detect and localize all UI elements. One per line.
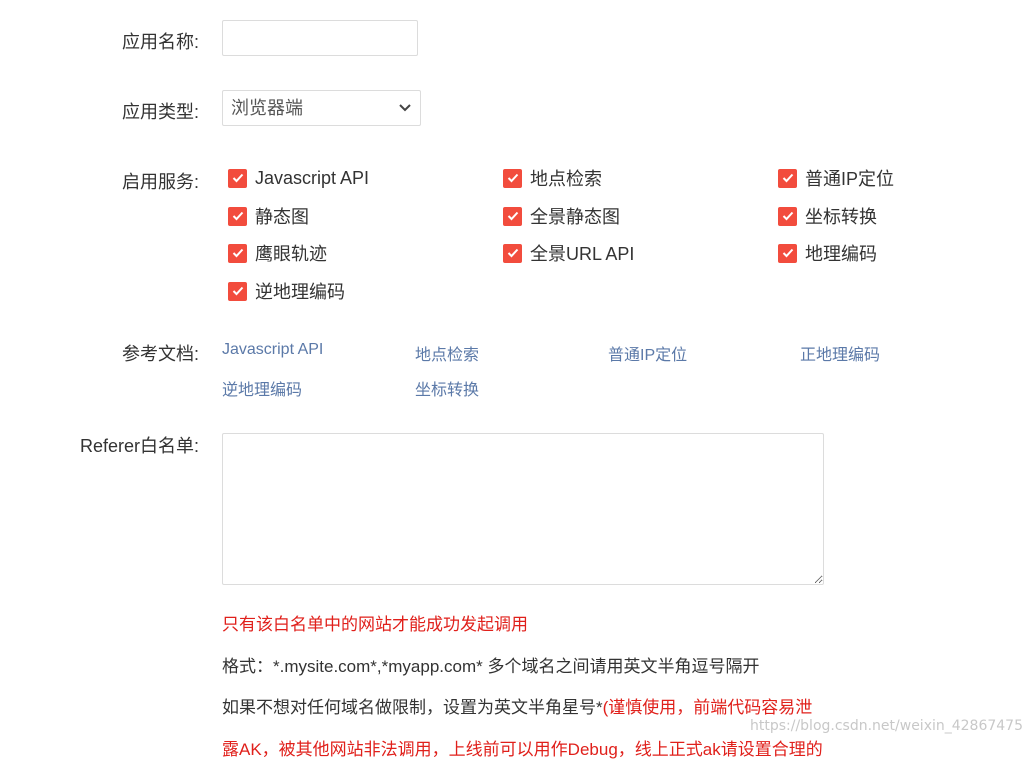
service-label: 逆地理编码 xyxy=(255,282,345,302)
service-label: Javascript API xyxy=(255,167,370,188)
service-checkbox-panorama-static[interactable]: 全景静态图 xyxy=(503,204,620,228)
checkbox-checked-icon[interactable] xyxy=(778,206,797,226)
app-name-label: 应用名称: xyxy=(121,32,199,52)
whitelist-warning: 只有该白名单中的网站才能成功发起调用 xyxy=(222,615,528,634)
checkbox-checked-icon[interactable] xyxy=(503,168,522,188)
service-checkbox-static-map[interactable]: 静态图 xyxy=(228,204,309,228)
doc-link-ip-location[interactable]: 普通IP定位 xyxy=(608,341,687,365)
referer-textarea[interactable] xyxy=(222,433,824,585)
checkbox-checked-icon[interactable] xyxy=(778,243,797,263)
service-label: 地理编码 xyxy=(805,244,877,264)
checkbox-checked-icon[interactable] xyxy=(778,168,797,188)
checkbox-checked-icon[interactable] xyxy=(228,281,247,301)
docs-label: 参考文档: xyxy=(121,344,199,364)
service-checkbox-reverse-geocoding[interactable]: 逆地理编码 xyxy=(228,279,345,303)
checkbox-checked-icon[interactable] xyxy=(228,206,247,226)
checkbox-checked-icon[interactable] xyxy=(228,243,247,263)
service-label: 全景URL API xyxy=(530,244,635,264)
services-label: 启用服务: xyxy=(121,172,199,192)
checkbox-checked-icon[interactable] xyxy=(503,243,522,263)
format-hint: 格式：*.mysite.com*,*myapp.com* 多个域名之间请用英文半… xyxy=(222,657,760,676)
service-label: 鹰眼轨迹 xyxy=(255,244,327,264)
service-label: 地点检索 xyxy=(530,169,602,189)
referer-label: Referer白名单: xyxy=(79,436,199,456)
app-name-input[interactable] xyxy=(222,20,418,56)
service-label: 静态图 xyxy=(255,207,309,227)
service-checkbox-geocoding[interactable]: 地理编码 xyxy=(778,241,877,265)
service-checkbox-javascript-api[interactable]: Javascript API xyxy=(228,166,369,190)
app-type-selected-value: 浏览器端 xyxy=(231,98,303,118)
wildcard-hint-text: 如果不想对任何域名做限制，设置为英文半角星号* xyxy=(222,698,603,717)
service-label: 坐标转换 xyxy=(805,207,877,227)
app-type-select[interactable]: 浏览器端 xyxy=(222,90,421,126)
doc-link-reverse-geocoding[interactable]: 逆地理编码 xyxy=(222,376,302,400)
service-checkbox-track[interactable]: 鹰眼轨迹 xyxy=(228,241,327,265)
service-label: 普通IP定位 xyxy=(805,169,895,189)
doc-link-place-search[interactable]: 地点检索 xyxy=(415,341,479,365)
app-type-label: 应用类型: xyxy=(121,102,199,122)
wildcard-warning-text: (谨慎使用，前端代码容易泄 xyxy=(602,698,813,717)
watermark: https://blog.csdn.net/weixin_42867475 xyxy=(749,718,1023,734)
service-checkbox-panorama-url[interactable]: 全景URL API xyxy=(503,241,634,265)
checkbox-checked-icon[interactable] xyxy=(228,168,247,188)
service-checkbox-place-search[interactable]: 地点检索 xyxy=(503,166,602,190)
checkbox-checked-icon[interactable] xyxy=(503,206,522,226)
service-checkbox-ip-location[interactable]: 普通IP定位 xyxy=(778,166,894,190)
service-checkbox-coord-convert[interactable]: 坐标转换 xyxy=(778,204,877,228)
doc-link-coord-convert[interactable]: 坐标转换 xyxy=(415,376,479,400)
doc-link-geocoding[interactable]: 正地理编码 xyxy=(800,341,880,365)
service-label: 全景静态图 xyxy=(530,207,620,227)
wildcard-hint: 如果不想对任何域名做限制，设置为英文半角星号*(谨慎使用，前端代码容易泄 xyxy=(222,693,812,718)
doc-link-javascript-api[interactable]: Javascript API xyxy=(222,341,323,359)
chevron-down-icon xyxy=(398,91,412,125)
